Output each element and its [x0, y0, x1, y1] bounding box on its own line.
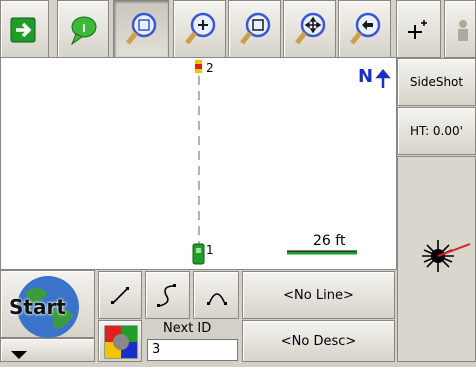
next-id-label: Next ID	[163, 321, 212, 336]
start-label: Start	[9, 295, 66, 319]
zoom-previous-icon	[350, 12, 381, 45]
shot-indicator-panel[interactable]	[397, 156, 476, 362]
line-tool-button[interactable]	[98, 271, 142, 319]
instrument-marker	[192, 243, 205, 265]
point-2-marker	[195, 60, 202, 64]
info-button[interactable]: i	[57, 0, 109, 58]
north-label: N	[358, 66, 374, 87]
svg-text:i: i	[82, 22, 86, 35]
arc-icon	[207, 293, 227, 305]
arc-tool-button[interactable]	[193, 271, 239, 319]
point-2-label: 2	[206, 61, 214, 75]
spline-icon	[157, 284, 176, 307]
next-id-group: Next ID 3	[145, 320, 240, 362]
next-id-input[interactable]: 3	[147, 339, 238, 361]
start-menu-dropdown[interactable]	[0, 338, 95, 362]
zoom-in-icon	[185, 12, 216, 45]
north-arrow-icon	[375, 69, 391, 88]
info-balloon-icon: i	[70, 16, 97, 46]
zoom-in-button[interactable]	[173, 0, 226, 58]
add-point-button[interactable]	[396, 0, 441, 58]
ht-button[interactable]: HT: 0.00'	[397, 107, 476, 155]
sideshot-button[interactable]: SideShot	[397, 58, 476, 106]
pan-icon	[295, 12, 326, 45]
goto-button[interactable]	[0, 0, 49, 58]
spline-tool-button[interactable]	[145, 271, 190, 319]
start-button[interactable]: Start	[0, 270, 95, 338]
map-view[interactable]: 2 1 26 ft N	[0, 57, 397, 270]
arrow-right-icon	[10, 17, 36, 43]
chevron-down-icon	[11, 351, 27, 359]
color-layer-button[interactable]	[98, 320, 142, 362]
person-icon	[458, 20, 468, 41]
line-select-button[interactable]: <No Line>	[242, 271, 395, 319]
point-1-label: 1	[206, 243, 214, 257]
starburst-icon	[422, 240, 471, 272]
desc-select-button[interactable]: <No Desc>	[242, 320, 395, 362]
store-button[interactable]	[444, 0, 476, 58]
zoom-window-icon	[240, 12, 271, 45]
crosshair-plus-icon	[408, 20, 427, 39]
zoom-extents-button[interactable]	[113, 0, 169, 58]
zoom-extents-icon	[126, 12, 157, 45]
zoom-window-button[interactable]	[228, 0, 281, 58]
zoom-previous-button[interactable]	[338, 0, 391, 58]
scale-label: 26 ft	[313, 233, 346, 249]
line-icon	[111, 287, 129, 304]
pan-button[interactable]	[283, 0, 336, 58]
color-palette-icon	[104, 325, 138, 359]
next-id-value: 3	[152, 342, 161, 357]
